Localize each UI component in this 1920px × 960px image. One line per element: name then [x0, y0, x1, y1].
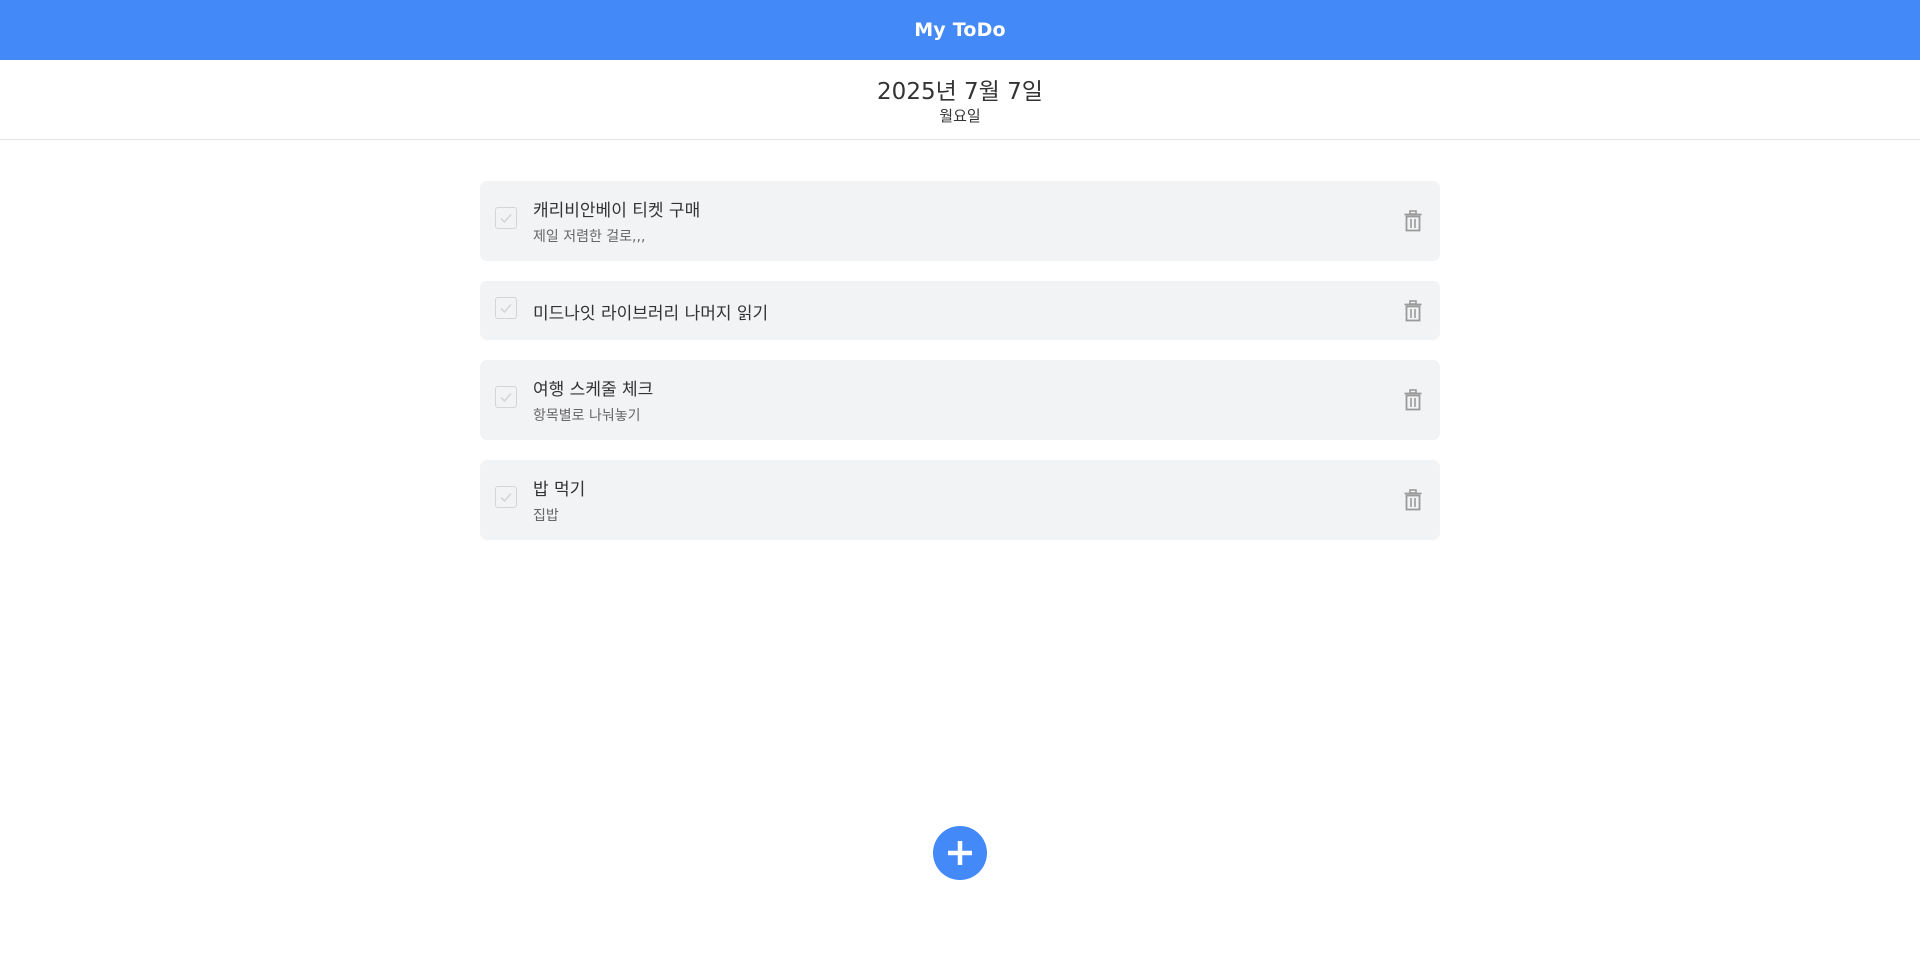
current-date: 2025년 7월 7일	[877, 79, 1043, 105]
delete-button[interactable]	[1402, 388, 1424, 412]
todo-item: 여행 스케줄 체크 항목별로 나눠놓기	[480, 360, 1440, 440]
todo-title: 미드나잇 라이브러리 나머지 읽기	[533, 304, 769, 324]
todo-item: 미드나잇 라이브러리 나머지 읽기	[480, 281, 1440, 340]
todo-title: 밥 먹기	[533, 480, 586, 500]
todo-checkbox[interactable]	[495, 297, 517, 319]
app-title: My ToDo	[914, 19, 1006, 41]
trash-icon	[1404, 300, 1422, 322]
check-icon	[500, 303, 512, 314]
delete-button[interactable]	[1402, 299, 1424, 323]
date-header: 2025년 7월 7일 월요일	[0, 60, 1920, 140]
todo-description: 제일 저렴한 걸로,,,	[533, 229, 646, 245]
trash-icon	[1404, 489, 1422, 511]
trash-icon	[1404, 210, 1422, 232]
check-icon	[500, 392, 512, 403]
add-todo-button[interactable]	[933, 826, 987, 880]
app-header: My ToDo	[0, 0, 1920, 60]
check-icon	[500, 492, 512, 503]
todo-checkbox[interactable]	[495, 207, 517, 229]
todo-item: 밥 먹기 집밥	[480, 460, 1440, 540]
delete-button[interactable]	[1402, 209, 1424, 233]
todo-checkbox[interactable]	[495, 486, 517, 508]
todo-title: 여행 스케줄 체크	[533, 380, 654, 400]
check-icon	[500, 213, 512, 224]
todo-item: 캐리비안베이 티켓 구매 제일 저렴한 걸로,,,	[480, 181, 1440, 261]
current-weekday: 월요일	[939, 107, 981, 125]
trash-icon	[1404, 389, 1422, 411]
plus-icon	[948, 841, 972, 865]
todo-description: 집밥	[533, 508, 559, 524]
delete-button[interactable]	[1402, 488, 1424, 512]
todo-checkbox[interactable]	[495, 386, 517, 408]
todo-description: 항목별로 나눠놓기	[533, 408, 641, 424]
todo-title: 캐리비안베이 티켓 구매	[533, 201, 701, 221]
